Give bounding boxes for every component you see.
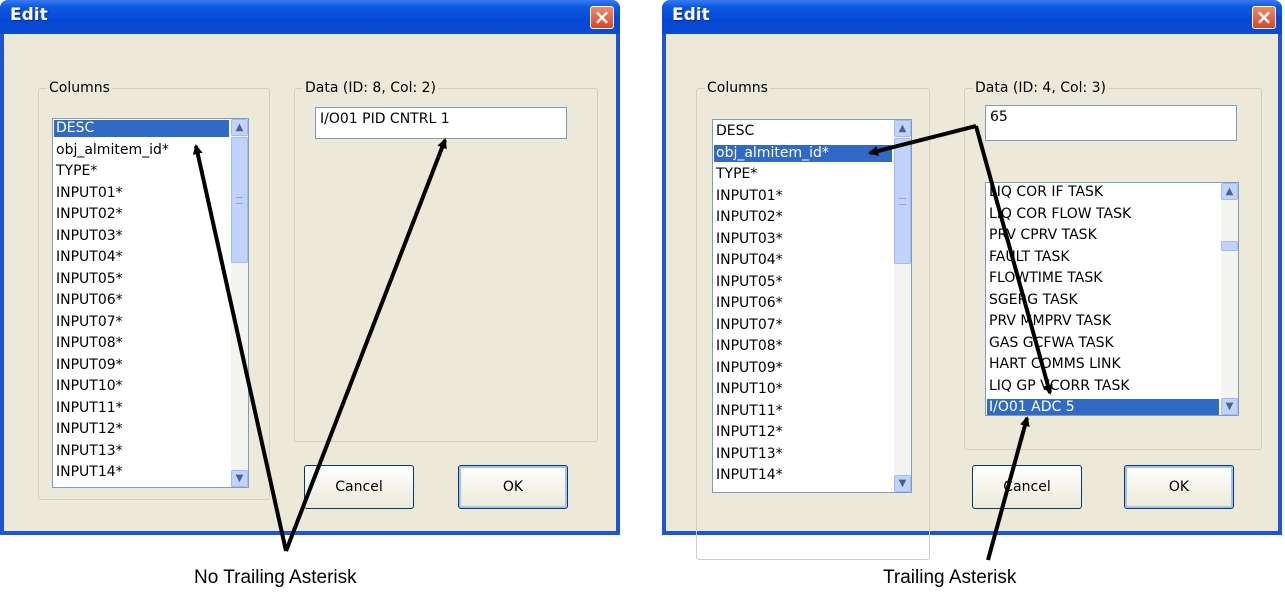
arrow-to-adc-option bbox=[974, 125, 1053, 395]
caption-no-trailing-asterisk: No Trailing Asterisk bbox=[194, 567, 357, 588]
caption-trailing-asterisk: Trailing Asterisk bbox=[883, 567, 1017, 588]
annotation-arrows bbox=[192, 124, 1053, 561]
arrow-to-obj-almitem bbox=[868, 124, 977, 156]
arrow-to-selected-option bbox=[986, 416, 1030, 561]
arrow-to-data-value bbox=[284, 138, 447, 552]
arrow-to-desc bbox=[192, 144, 288, 552]
